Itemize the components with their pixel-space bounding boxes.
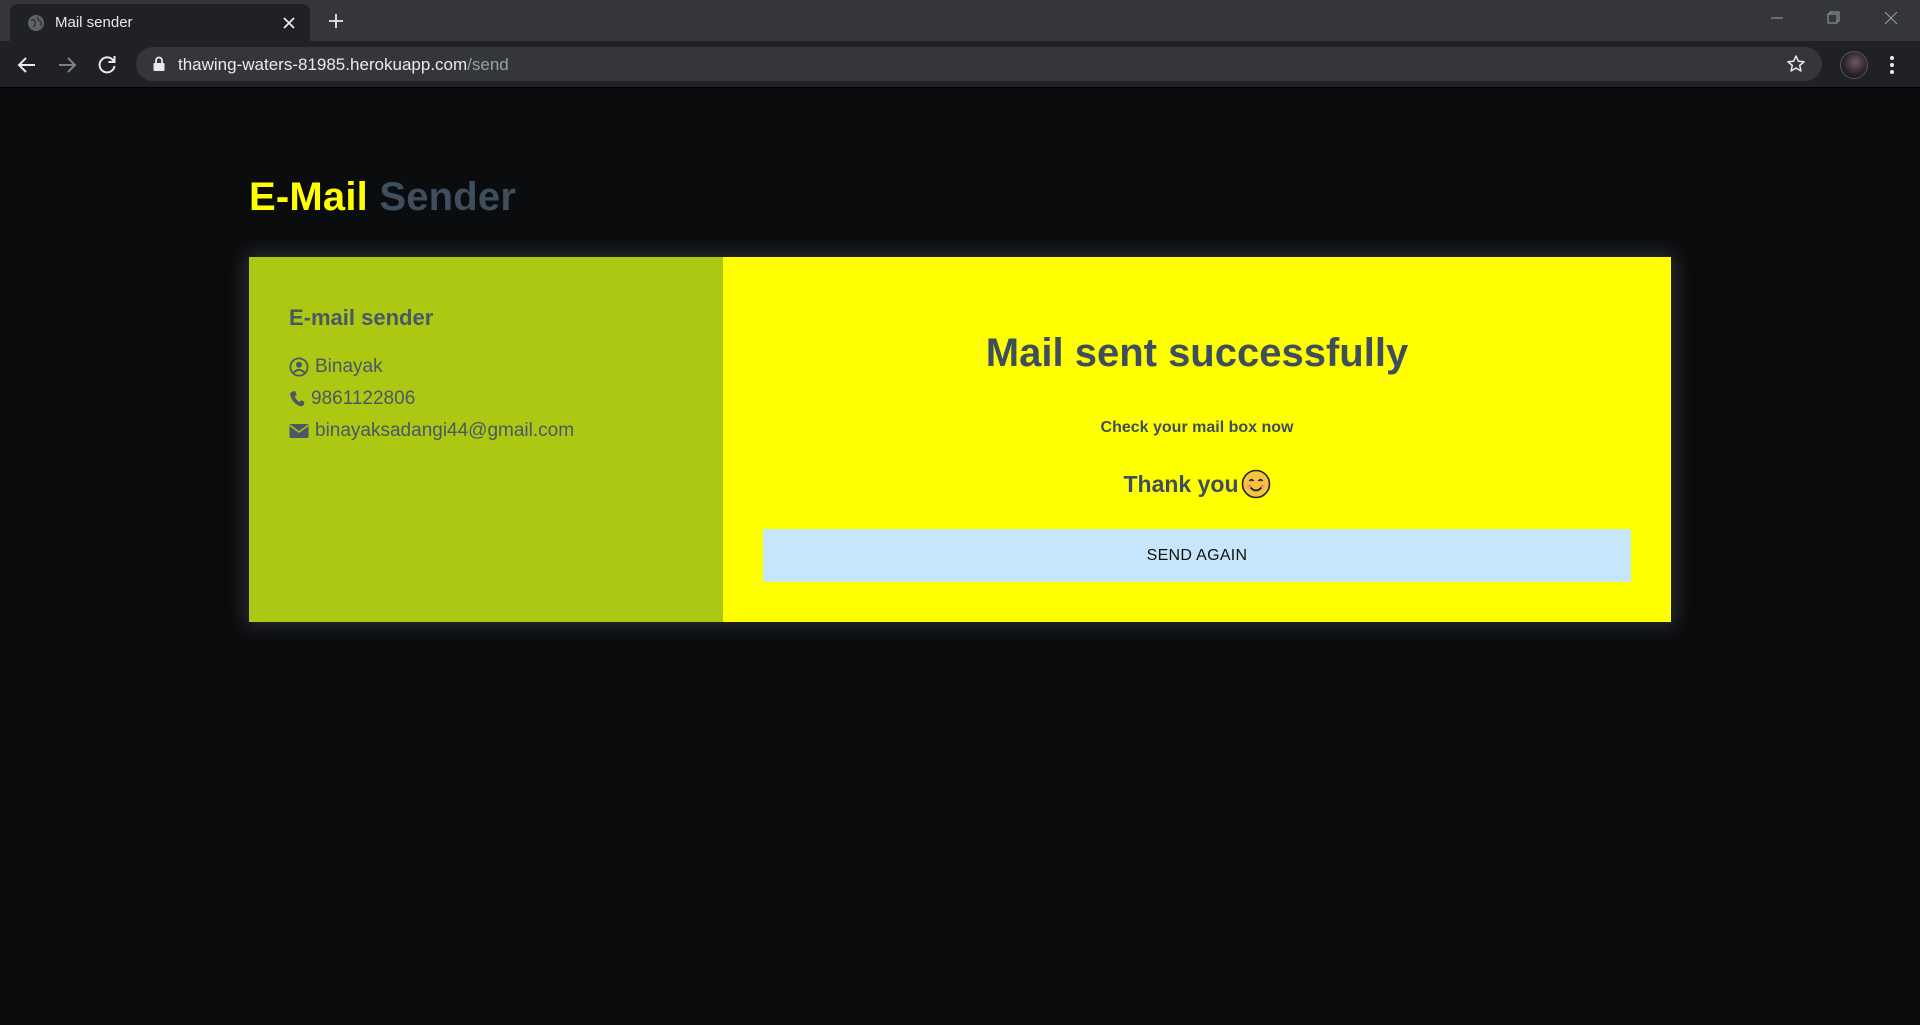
url-path: /send [467, 55, 509, 74]
sender-phone-row: 9861122806 [289, 383, 683, 415]
forward-arrow-icon[interactable] [54, 52, 80, 78]
lock-icon[interactable] [152, 56, 166, 72]
window-close-icon[interactable] [1876, 6, 1906, 30]
sender-info-title: E-mail sender [289, 305, 434, 330]
kebab-menu-icon[interactable] [1882, 54, 1902, 76]
sender-name: Binayak [315, 356, 383, 377]
check-mailbox-text: Check your mail box now [1100, 419, 1294, 436]
brand-part-sender: Sender [379, 175, 517, 219]
sender-name-row: Binayak [289, 351, 683, 383]
sender-info-panel: E-mail sender Binayak 9861122806 binayak… [249, 257, 723, 622]
back-arrow-icon[interactable] [14, 52, 40, 78]
user-circle-icon [289, 357, 309, 377]
smiling-face-icon [1241, 469, 1270, 499]
profile-avatar[interactable] [1840, 51, 1868, 79]
tab-title: Mail sender [55, 14, 133, 31]
bookmark-star-icon[interactable] [1786, 54, 1806, 74]
window-restore-icon[interactable] [1818, 6, 1848, 30]
new-tab-plus-icon[interactable] [326, 11, 346, 31]
browser-tab[interactable]: Mail sender [10, 4, 310, 41]
reload-icon[interactable] [94, 52, 120, 78]
page-title: E-Mail Sender [249, 175, 516, 220]
sender-email: binayaksadangi44@gmail.com [315, 420, 575, 441]
thank-you-label: Thank you [1123, 470, 1239, 497]
page-viewport: E-Mail Sender E-mail sender Binayak 9861… [0, 89, 1920, 1025]
sender-email-row: binayaksadangi44@gmail.com [289, 415, 683, 447]
brand-part-email: E-Mail [249, 175, 368, 219]
url-host: thawing-waters-81985.herokuapp.com [178, 55, 468, 74]
phone-icon [290, 391, 305, 407]
sender-phone: 9861122806 [311, 388, 416, 409]
close-tab-icon[interactable] [280, 14, 298, 32]
url-text[interactable]: thawing-waters-81985.herokuapp.com/send [178, 55, 509, 75]
thank-you-text: Thank you [723, 469, 1671, 499]
success-heading: Mail sent successfully [985, 331, 1409, 375]
envelope-icon [289, 424, 309, 438]
address-bar[interactable]: thawing-waters-81985.herokuapp.com/send [136, 47, 1822, 81]
window-minimize-icon[interactable] [1762, 6, 1792, 30]
browser-toolbar: thawing-waters-81985.herokuapp.com/send [0, 41, 1920, 88]
send-again-button[interactable]: SEND AGAIN [763, 529, 1631, 582]
result-panel: Mail sent successfully Check your mail b… [723, 257, 1671, 622]
globe-icon [28, 15, 44, 31]
mail-card: E-mail sender Binayak 9861122806 binayak… [249, 257, 1671, 622]
browser-tabstrip: Mail sender [0, 0, 1920, 41]
